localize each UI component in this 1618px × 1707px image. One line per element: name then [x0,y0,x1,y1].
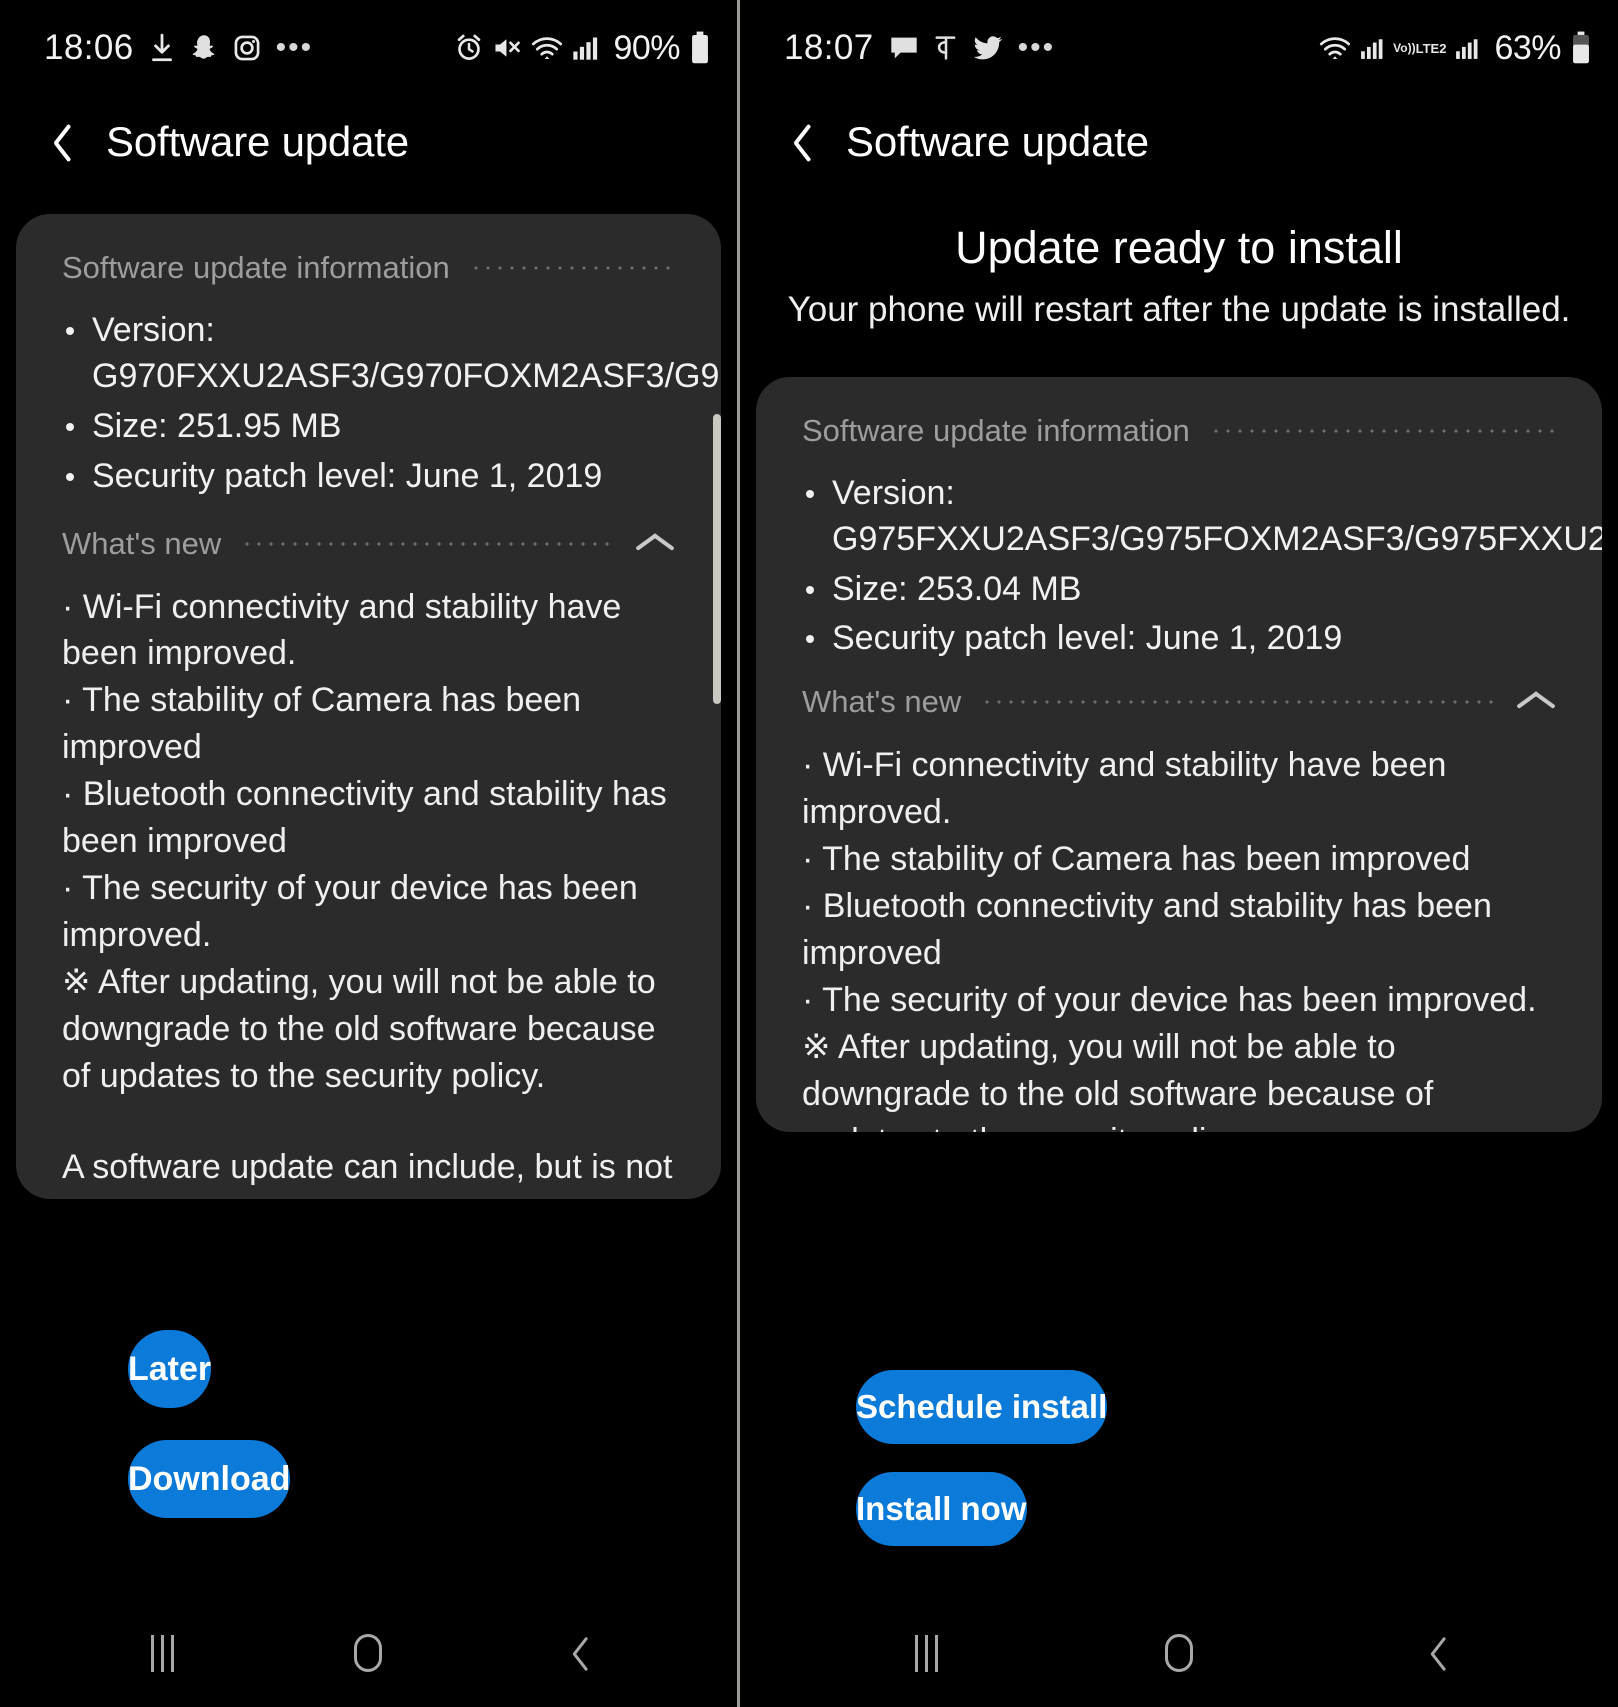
alarm-icon [455,31,483,65]
update-info-list: Version: G975FXXU2ASF3/G975FOXM2ASF3/G97… [802,471,1602,663]
back-icon[interactable] [1372,1618,1492,1688]
download-icon [149,31,175,65]
home-icon[interactable] [1119,1618,1239,1688]
whats-new-line: · Bluetooth connectivity and stability h… [802,887,1492,972]
signal-icon [572,31,598,65]
software-update-information-header: Software update information [62,250,677,286]
right-phone-screen: 18:07 ••• Vo)) LTE2 63% Software update … [740,0,1618,1707]
whats-new-line: · Wi-Fi connectivity and stability have … [802,746,1447,832]
dual-screenshot-comparison: 18:06 ••• 90% Software update Software u… [0,0,1618,1707]
whats-new-line: · Wi-Fi connectivity and stability have … [62,587,622,673]
back-chevron-icon[interactable] [780,120,814,164]
list-item: Security patch level: June 1, 2019 [802,616,1558,662]
volte-bottom-label: LTE2 [1415,40,1447,56]
later-button[interactable]: Later [128,1330,212,1408]
download-button[interactable]: Download [128,1440,291,1518]
instagram-icon [233,31,261,65]
whats-new-body: · Wi-Fi connectivity and stability have … [802,742,1558,1131]
list-item: Size: 253.04 MB [802,567,1558,613]
right-app-bar: Software update [740,96,1618,188]
chevron-up-icon[interactable] [635,532,677,556]
recents-icon[interactable] [866,1618,986,1688]
mute-icon [492,31,522,65]
right-update-info-card: Software update information Version: G97… [756,376,1602,1132]
right-status-bar: 18:07 ••• Vo)) LTE2 63% [740,0,1618,96]
card-scrollbar-thumb[interactable] [713,414,721,704]
left-phone-screen: 18:06 ••• 90% Software update Software u… [0,0,740,1707]
snapchat-icon [190,31,218,65]
dotted-divider [1209,428,1558,433]
software-update-information-header: Software update information [802,413,1558,449]
status-clock: 18:07 [784,28,874,67]
whats-new-line: · The security of your device has been i… [62,869,638,954]
right-navigation-bar [740,1599,1618,1707]
signal-icon [1455,31,1479,65]
left-status-bar: 18:06 ••• 90% [0,0,737,96]
home-icon[interactable] [308,1618,428,1688]
schedule-install-button[interactable]: Schedule install [856,1370,1108,1444]
battery-percent-label: 90% [613,28,680,67]
section-label: What's new [802,684,962,720]
dotted-divider [469,266,677,270]
whats-new-body: · Wi-Fi connectivity and stability have … [62,584,677,1199]
update-info-list: Version: G970FXXU2ASF3/G970FOXM2ASF3/G97… [62,308,721,500]
whats-new-header[interactable]: What's new [802,684,1558,720]
volte-top-label: Vo)) [1393,41,1416,55]
dotted-divider [981,700,1496,705]
back-chevron-icon[interactable] [40,120,74,164]
update-ready-hero: Update ready to install Your phone will … [740,188,1618,363]
phonepe-icon [934,31,958,65]
left-navigation-bar [0,1599,737,1707]
whats-new-line: ※ After updating, you will not be able t… [62,962,656,1095]
list-item: Version: G970FXXU2ASF3/G970FOXM2ASF3/G97… [62,308,721,400]
more-dots-icon: ••• [1017,31,1056,64]
whats-new-line: · The stability of Camera has been impro… [62,681,582,767]
message-icon [889,31,919,65]
right-action-buttons: Schedule install Install now [740,1370,1618,1574]
dotted-divider [241,541,615,546]
whats-new-line: · The stability of Camera has been impro… [802,840,1471,879]
whats-new-tail-paragraph: A software update can include, but is no… [62,1147,673,1199]
left-action-buttons: Later Download [0,1330,737,1550]
chevron-up-icon[interactable] [1516,690,1558,714]
wifi-icon [531,31,563,65]
twitter-icon [973,31,1003,65]
whats-new-line: · The security of your device has been i… [802,980,1537,1019]
install-now-button[interactable]: Install now [856,1472,1027,1546]
whats-new-line: ※ After updating, you will not be able t… [802,1027,1434,1132]
list-item: Security patch level: June 1, 2019 [62,454,677,500]
section-label: Software update information [62,250,450,285]
battery-percent-label: 63% [1494,28,1561,67]
page-title: Software update [106,118,409,165]
signal-icon [1360,31,1384,65]
battery-icon [689,31,711,65]
hero-subtitle: Your phone will restart after the update… [787,290,1571,329]
wifi-icon [1319,31,1351,65]
recents-icon[interactable] [103,1618,223,1688]
volte2-icon: Vo)) LTE2 [1393,31,1446,65]
section-label: What's new [62,525,222,561]
status-clock: 18:06 [44,28,134,67]
section-label: Software update information [802,412,1190,448]
more-dots-icon: ••• [275,31,314,64]
whats-new-line: · Bluetooth connectivity and stability h… [62,775,667,861]
battery-icon [1570,31,1592,65]
whats-new-header[interactable]: What's new [62,526,677,562]
back-icon[interactable] [514,1618,634,1688]
list-item: Version: G975FXXU2ASF3/G975FOXM2ASF3/G97… [802,471,1602,563]
left-update-info-card: Software update information Version: G97… [16,214,721,1199]
hero-title: Update ready to install [955,222,1403,273]
left-app-bar: Software update [0,96,737,188]
page-title: Software update [846,118,1149,165]
list-item: Size: 251.95 MB [62,404,677,450]
